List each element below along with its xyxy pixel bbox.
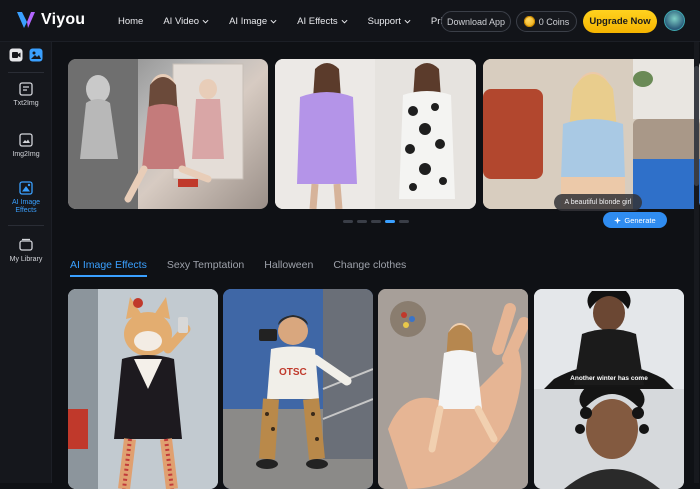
tab-halloween[interactable]: Halloween [264,259,313,277]
effect-figurine-image: OTSC [223,289,373,489]
sidebar: Txt2Img Img2Img AI Image Effects My Libr… [0,42,52,483]
effect-card-cat-costume[interactable] [68,289,218,489]
effect-card-figurine-street[interactable]: OTSC [223,289,373,489]
effect-hand-image [378,289,528,489]
nav-ai-video[interactable]: AI Video [163,16,209,27]
shirt-print: OTSC [279,367,307,378]
nav-ai-effects[interactable]: AI Effects [297,15,348,27]
page-scrollbar[interactable] [694,42,699,483]
sidebar-item-my-library[interactable]: My Library [0,238,52,264]
carousel-dot[interactable] [399,220,409,223]
sidebar-divider [8,72,44,73]
scrollbar-thumb[interactable] [694,66,699,186]
sidebar-item-txt2img[interactable]: Txt2Img [0,82,52,108]
nav-ai-video-label: AI Video [163,15,200,27]
effect-cat-image [68,289,218,489]
nav-ai-image[interactable]: AI Image [229,16,277,27]
carousel-dot-active[interactable] [385,220,395,223]
generate-button[interactable]: Generate [603,212,667,228]
tab-ai-image-effects[interactable]: AI Image Effects [70,259,147,277]
banner-slide-figure[interactable] [68,59,268,209]
main-nav: Home AI Video AI Image AI Effects Suppor… [118,0,480,42]
brand-logo[interactable]: Viyou [15,9,85,31]
download-app-button[interactable]: Download App [441,11,511,32]
tab-change-clothes[interactable]: Change clothes [333,259,406,277]
sidebar-mode-switch [0,42,51,68]
chevron-down-icon [202,19,209,24]
banner-slide-prompt[interactable] [483,59,700,209]
card-caption: Another winter has come [570,375,648,382]
coins-label: 0 Coins [538,16,570,27]
banner-figure-image [68,59,244,209]
library-icon [19,238,33,251]
sidebar-item-ai-image-effects[interactable]: AI Image Effects [0,181,52,215]
sidebar-item-label: Img2Img [12,151,40,158]
nav-support[interactable]: Support [368,16,411,27]
sidebar-item-label: AI Image Effects [11,199,40,214]
avatar[interactable] [664,10,685,31]
carousel-dot[interactable] [371,220,381,223]
nav-home-label: Home [118,15,144,27]
carousel-dot[interactable] [357,220,367,223]
image-mode-icon[interactable] [29,48,43,62]
main-content: A beautiful blonde girl Generate AI Imag… [52,42,700,489]
text-image-icon [19,82,33,96]
coins-button[interactable]: 0 Coins [516,11,577,32]
chevron-down-icon [404,19,411,24]
banner-slide-outfits[interactable] [275,59,476,209]
video-mode-icon[interactable] [9,48,23,62]
upgrade-now-button[interactable]: Upgrade Now [583,10,657,33]
chevron-down-icon [270,19,277,24]
effect-card-figurine-hand[interactable] [378,289,528,489]
generate-label: Generate [624,215,656,225]
image-image-icon [19,133,33,147]
brand-name: Viyou [41,11,86,28]
coin-icon [523,16,535,27]
sidebar-item-label: Txt2Img [13,100,39,107]
top-navigation-bar: Viyou Home AI Video AI Image AI Effects … [0,0,700,42]
banner-prompt-text: A beautiful blonde girl [554,194,642,211]
chevron-down-icon [341,19,348,24]
sidebar-item-label: My Library [9,256,43,263]
carousel-dots [343,220,409,223]
sparkle-icon [614,216,622,224]
image-effects-icon [19,181,33,195]
nav-support-label: Support [367,15,401,27]
nav-ai-effects-label: AI Effects [297,15,338,27]
category-tabs: AI Image Effects Sexy Temptation Hallowe… [70,259,406,277]
effect-card-winter-portrait[interactable]: Another winter has come [534,289,684,489]
carousel-dot[interactable] [343,220,353,223]
banner-prompt-image [483,59,700,209]
viyou-logo-icon [17,12,35,28]
sidebar-divider [8,225,44,226]
effect-winter-image [534,289,684,489]
banner-outfits-image [275,59,476,209]
sidebar-item-img2img[interactable]: Img2Img [0,133,52,159]
nav-ai-image-label: AI Image [229,15,268,27]
tab-sexy-temptation[interactable]: Sexy Temptation [167,259,244,277]
nav-home[interactable]: Home [118,16,143,27]
